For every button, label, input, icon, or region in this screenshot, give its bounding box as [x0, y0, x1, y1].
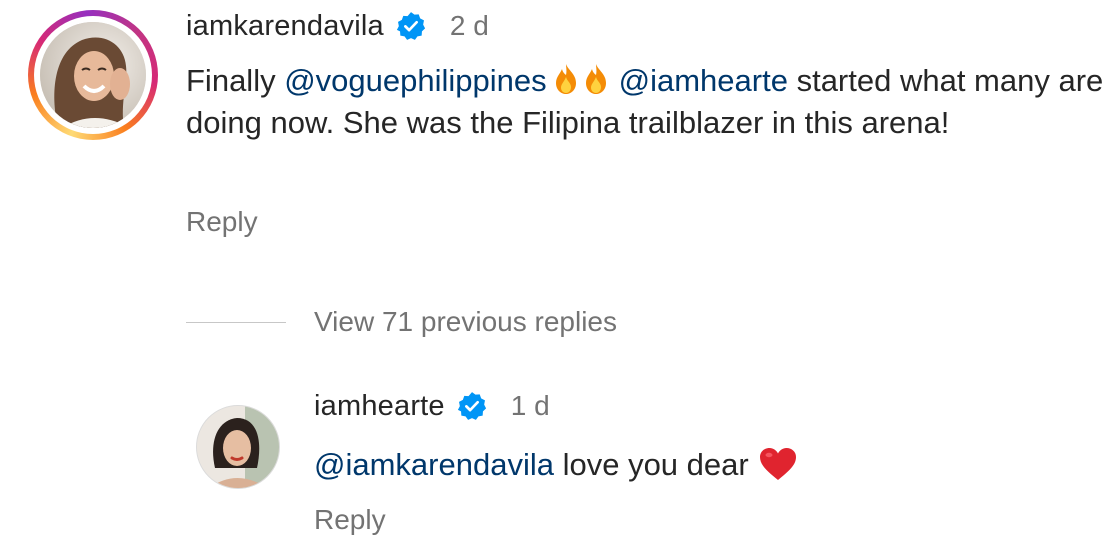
- view-previous-replies-button[interactable]: View 71 previous replies: [186, 302, 617, 342]
- avatar[interactable]: [196, 405, 280, 489]
- verified-badge-icon: [457, 391, 487, 421]
- fire-emoji-icon: [555, 64, 576, 94]
- comment-text-lead: Finally: [186, 63, 285, 98]
- avatar-photo-icon: [197, 406, 279, 488]
- verified-badge-icon: [396, 11, 426, 41]
- reply-comment: iamhearte 1 d @iamkarendavila love you d…: [186, 380, 1120, 558]
- story-ring-avatar[interactable]: [28, 10, 158, 140]
- fire-emoji-icon: [585, 64, 606, 94]
- comment-text: Finally @voguephilippines @iamhearte star…: [186, 60, 1120, 144]
- avatar[interactable]: [40, 22, 146, 128]
- reply-button[interactable]: Reply: [314, 504, 386, 536]
- divider-line: [186, 321, 286, 323]
- reply-header: iamhearte 1 d: [314, 386, 550, 426]
- timestamp: 1 d: [510, 390, 550, 421]
- heart-emoji-icon: [759, 448, 796, 480]
- avatar-photo-icon: [40, 22, 146, 128]
- mention-link[interactable]: @iamhearte: [619, 63, 788, 98]
- timestamp: 2 d: [449, 10, 489, 41]
- fire-emoji-group: [551, 60, 611, 102]
- mention-link[interactable]: @voguephilippines: [284, 63, 546, 98]
- view-replies-label: View 71 previous replies: [314, 306, 617, 337]
- reply-text: @iamkarendavila love you dear: [314, 444, 797, 486]
- comment-header: iamkarendavila 2 d: [186, 6, 489, 46]
- reply-button[interactable]: Reply: [186, 206, 258, 238]
- mention-link[interactable]: @iamkarendavila: [314, 447, 554, 482]
- username[interactable]: iamkarendavila: [186, 10, 384, 43]
- reply-text-body: love you dear: [553, 447, 749, 482]
- comment: iamkarendavila 2 d Finally @voguephilipp…: [24, 0, 1120, 260]
- username[interactable]: iamhearte: [314, 390, 445, 423]
